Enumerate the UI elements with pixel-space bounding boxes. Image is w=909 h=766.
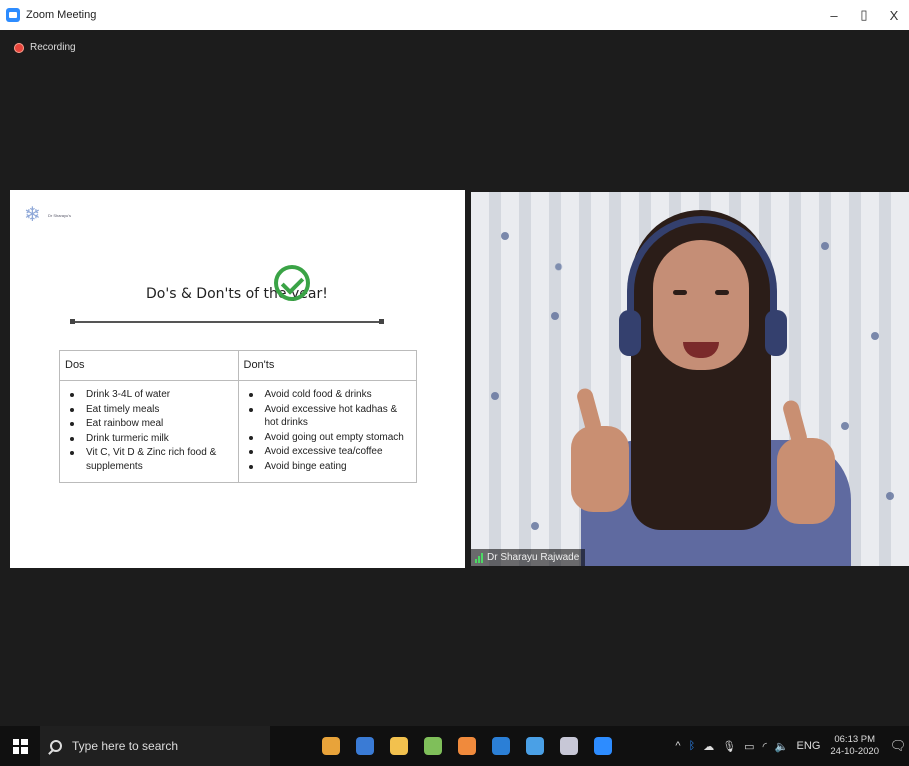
list-item: Eat rainbow meal — [68, 417, 230, 431]
language-indicator[interactable]: ENG — [797, 740, 821, 752]
battery-icon[interactable]: ▭ — [744, 740, 754, 753]
list-item: Avoid excessive tea/coffee — [247, 445, 409, 459]
onedrive-cloud-icon[interactable]: ☁ — [703, 740, 714, 753]
microphone-icon[interactable]: 🎙 — [722, 740, 736, 753]
bluetooth-icon[interactable]: ᛒ — [689, 740, 696, 752]
paint-icon-glyph — [424, 737, 442, 755]
search-icon — [50, 740, 62, 752]
store-icon-glyph — [356, 737, 374, 755]
donts-column: Don'ts Avoid cold food & drinks Avoid ex… — [237, 351, 417, 482]
photos-icon-glyph — [526, 737, 544, 755]
windows-logo-icon — [12, 738, 28, 754]
chrome-icon[interactable] — [314, 726, 348, 766]
zoom-icon-glyph — [594, 737, 612, 755]
participant-video[interactable]: Dr Sharayu Rajwade — [471, 192, 909, 566]
window-title: Zoom Meeting — [26, 9, 97, 21]
zoom-icon[interactable] — [586, 726, 620, 766]
photos-icon[interactable] — [518, 726, 552, 766]
window-title-bar: Zoom Meeting – ▯ X — [0, 0, 909, 30]
taskbar-search[interactable] — [40, 726, 270, 766]
list-item: Drink 3-4L of water — [68, 388, 230, 402]
participant-name: Dr Sharayu Rajwade — [487, 552, 580, 563]
list-item: Avoid cold food & drinks — [247, 388, 409, 402]
list-item: Drink turmeric milk — [68, 432, 230, 446]
wifi-icon[interactable]: ◜ — [763, 740, 767, 753]
minimize-button[interactable]: – — [819, 0, 849, 30]
start-button[interactable] — [0, 726, 40, 766]
search-input[interactable] — [72, 739, 252, 753]
paint-icon[interactable] — [416, 726, 450, 766]
window-controls: – ▯ X — [819, 0, 909, 30]
vscode-icon-glyph — [492, 737, 510, 755]
app-orange-icon-glyph — [458, 737, 476, 755]
dos-column: Dos Drink 3-4L of water Eat timely meals… — [60, 351, 238, 482]
thumbs-up-left — [571, 426, 629, 512]
recording-label: Recording — [30, 42, 76, 53]
vscode-icon[interactable] — [484, 726, 518, 766]
file-explorer-icon-glyph — [390, 737, 408, 755]
shared-slide: ❄ Dr Sharayu's Do's & Don'ts of the year… — [10, 190, 465, 568]
notifications-icon[interactable]: 🗨 — [887, 738, 909, 754]
list-item: Vit C, Vit D & Zinc rich food & suppleme… — [68, 446, 230, 473]
signal-strength-icon — [475, 552, 483, 563]
clock-time: 06:13 PM — [834, 734, 876, 745]
list-item: Eat timely meals — [68, 403, 230, 417]
list-item: Avoid going out empty stomach — [247, 431, 409, 445]
restore-button[interactable]: ▯ — [849, 0, 879, 30]
recording-icon — [14, 42, 24, 53]
list-item: Avoid excessive hot kadhas & hot drinks — [247, 403, 409, 430]
dos-list: Drink 3-4L of water Eat timely meals Eat… — [60, 381, 238, 482]
participant-figure — [571, 200, 851, 566]
dos-donts-table: Dos Drink 3-4L of water Eat timely meals… — [59, 350, 417, 483]
snipping-icon-glyph — [560, 737, 578, 755]
meeting-area: Recording ❄ Dr Sharayu's Do's & Don'ts o… — [0, 30, 909, 726]
close-button[interactable]: X — [879, 0, 909, 30]
system-tray: ^ ᛒ ☁ 🎙 ▭ ◜ 🔈 ENG 06:13 PM 24-10-2020 🗨 — [671, 726, 909, 766]
participant-name-tag: Dr Sharayu Rajwade — [471, 549, 586, 566]
snowflake-logo-icon: ❄ — [24, 204, 41, 226]
check-circle-icon — [274, 265, 310, 301]
windows-taskbar: ^ ᛒ ☁ 🎙 ▭ ◜ 🔈 ENG 06:13 PM 24-10-2020 🗨 — [0, 726, 909, 766]
pinned-apps — [314, 726, 620, 766]
zoom-app-icon — [6, 8, 20, 22]
logo-text: Dr Sharayu's — [48, 212, 71, 218]
list-item: Avoid binge eating — [247, 460, 409, 474]
volume-icon[interactable]: 🔈 — [775, 740, 789, 753]
donts-list: Avoid cold food & drinks Avoid excessive… — [239, 381, 417, 482]
store-icon[interactable] — [348, 726, 382, 766]
clock-date: 24-10-2020 — [830, 746, 879, 757]
app-orange-icon[interactable] — [450, 726, 484, 766]
taskbar-clock[interactable]: 06:13 PM 24-10-2020 — [830, 734, 879, 758]
snipping-icon[interactable] — [552, 726, 586, 766]
dos-header: Dos — [60, 351, 238, 381]
thumbs-up-right — [777, 438, 835, 524]
chrome-icon-glyph — [322, 737, 340, 755]
slide-logo: ❄ Dr Sharayu's — [24, 204, 71, 226]
file-explorer-icon[interactable] — [382, 726, 416, 766]
recording-indicator[interactable]: Recording — [14, 42, 76, 53]
donts-header: Don'ts — [238, 351, 416, 381]
show-hidden-icons-chevron-icon[interactable]: ^ — [675, 740, 680, 752]
divider-line — [70, 319, 384, 324]
